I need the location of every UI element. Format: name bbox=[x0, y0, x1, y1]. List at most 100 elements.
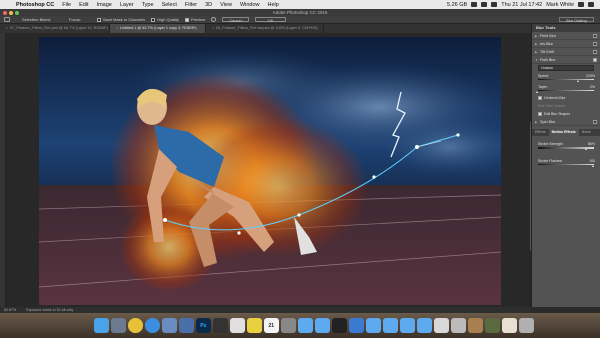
notification-center-icon[interactable] bbox=[588, 2, 594, 7]
app-icon[interactable] bbox=[162, 318, 177, 333]
workspace-switcher[interactable]: Blur Gallery bbox=[559, 16, 594, 23]
folder-icon[interactable] bbox=[383, 318, 398, 333]
stickies-icon[interactable] bbox=[247, 318, 262, 333]
strobe-strength-slider[interactable] bbox=[538, 147, 594, 151]
speed-slider-thumb[interactable] bbox=[576, 80, 579, 82]
strobe-flashes-row: Strobe Flashes: 100 bbox=[532, 157, 600, 163]
ok-button[interactable]: OK bbox=[254, 16, 287, 23]
spin-blur-checkbox[interactable] bbox=[593, 119, 597, 124]
app-icon[interactable] bbox=[281, 318, 296, 333]
field-blur-checkbox[interactable] bbox=[593, 33, 597, 38]
tilt-shift-checkbox[interactable] bbox=[593, 49, 597, 54]
menu-filter[interactable]: Filter bbox=[181, 2, 201, 8]
folder-icon[interactable] bbox=[315, 318, 330, 333]
preview-checkbox[interactable]: Preview bbox=[184, 17, 205, 22]
menu-app[interactable]: Photoshop CC bbox=[12, 2, 58, 8]
high-quality-checkbox[interactable]: High Quality bbox=[151, 17, 179, 22]
tab-document[interactable]: × 07_Feature_Filters_Fire.psd @ 66.7% (La… bbox=[0, 24, 110, 33]
folder-icon[interactable] bbox=[400, 318, 415, 333]
menu-image[interactable]: Image bbox=[93, 2, 116, 8]
window-title: Adobe Photoshop CC 2015 bbox=[272, 10, 328, 15]
launchpad-icon[interactable] bbox=[111, 318, 126, 333]
user-name[interactable]: Mark White bbox=[546, 2, 574, 8]
search-icon[interactable] bbox=[578, 2, 584, 7]
app-icon[interactable] bbox=[485, 318, 500, 333]
menu-select[interactable]: Select bbox=[158, 2, 181, 8]
preset-dropdown[interactable]: Custom bbox=[538, 65, 594, 71]
menu-view[interactable]: View bbox=[216, 2, 236, 8]
menu-help[interactable]: Help bbox=[264, 2, 283, 8]
iris-blur-checkbox[interactable] bbox=[593, 41, 597, 46]
window-titlebar: Adobe Photoshop CC 2015 bbox=[0, 9, 600, 16]
spin-blur-row[interactable]: ▶ Spin Blur bbox=[532, 118, 600, 127]
tab-label: 07_Feature_Filters_Fire.psd @ 66.7% (Lay… bbox=[10, 26, 108, 30]
reset-icon[interactable] bbox=[211, 17, 217, 22]
menu-window[interactable]: Window bbox=[236, 2, 264, 8]
menu-file[interactable]: File bbox=[58, 2, 75, 8]
tab-label: 05_Feature_Filters_Fire bw.psd @ 100% (L… bbox=[216, 26, 318, 30]
menu-layer[interactable]: Layer bbox=[116, 2, 138, 8]
app-icon[interactable] bbox=[349, 318, 364, 333]
close-tab-icon[interactable]: × bbox=[6, 24, 8, 33]
taper-slider-thumb[interactable] bbox=[536, 91, 539, 94]
menu-edit[interactable]: Edit bbox=[75, 2, 92, 8]
centered-blur-option[interactable]: Centered Blur bbox=[532, 94, 600, 102]
volume-icon[interactable] bbox=[481, 2, 488, 7]
trash-icon[interactable] bbox=[451, 318, 466, 333]
blur-tool-icon[interactable] bbox=[4, 17, 10, 22]
tab-document-active[interactable]: × Untitled-1 @ 62.7% (Layer 1 copy 3, RGB… bbox=[110, 24, 206, 33]
folder-icon[interactable] bbox=[417, 318, 432, 333]
tilt-shift-row[interactable]: ▶ Tilt-Shift bbox=[532, 48, 600, 56]
app-icon[interactable] bbox=[230, 318, 245, 333]
document-stack-icon[interactable] bbox=[434, 318, 449, 333]
menu-3d[interactable]: 3D bbox=[201, 2, 216, 8]
strobe-flashes-slider[interactable] bbox=[538, 163, 595, 167]
path-blur-checkbox[interactable] bbox=[593, 57, 597, 62]
safari-icon[interactable] bbox=[145, 318, 160, 333]
menu-type[interactable]: Type bbox=[138, 2, 158, 8]
zoom-window-icon[interactable] bbox=[15, 10, 19, 15]
app-icon[interactable] bbox=[213, 318, 228, 333]
centered-blur-checkbox[interactable] bbox=[538, 96, 542, 101]
speed-slider[interactable] bbox=[538, 79, 594, 82]
path-blur-row[interactable]: ▼ Path Blur bbox=[532, 56, 600, 64]
taper-slider[interactable] bbox=[536, 90, 594, 94]
tab-motion-effects[interactable]: Motion Effects bbox=[548, 129, 579, 137]
photoshop-icon[interactable]: Ps bbox=[196, 318, 211, 333]
tab-effects[interactable]: Effects bbox=[532, 129, 549, 136]
clock[interactable]: Thu 21 Jul 17:42 bbox=[501, 2, 542, 8]
app-icon[interactable] bbox=[179, 318, 194, 333]
document-canvas[interactable] bbox=[39, 37, 501, 305]
app-icon[interactable] bbox=[519, 318, 534, 333]
iris-blur-row[interactable]: ▶ Iris Blur bbox=[532, 40, 600, 48]
zoom-level[interactable]: 62.67% bbox=[4, 308, 16, 312]
battery-icon[interactable] bbox=[491, 2, 498, 7]
options-bar: Selection Bleed: Focus: Save Mask to Cha… bbox=[0, 16, 600, 24]
menubar: Photoshop CC File Edit Image Layer Type … bbox=[0, 0, 600, 9]
close-tab-icon[interactable]: × bbox=[212, 24, 214, 33]
minimize-window-icon[interactable] bbox=[9, 10, 13, 15]
cancel-button[interactable]: Cancel bbox=[222, 16, 249, 23]
save-mask-checkbox[interactable]: Save Mask to Channels bbox=[96, 17, 145, 22]
wifi-icon[interactable] bbox=[471, 2, 478, 7]
folder-icon[interactable] bbox=[298, 318, 313, 333]
folder-icon[interactable] bbox=[366, 318, 381, 333]
strobe-strength-slider-thumb[interactable] bbox=[584, 148, 587, 151]
app-icon[interactable] bbox=[502, 318, 517, 333]
blur-preview-image[interactable] bbox=[39, 37, 501, 305]
close-window-icon[interactable] bbox=[3, 10, 7, 15]
terminal-icon[interactable] bbox=[332, 318, 347, 333]
calendar-icon[interactable]: 21 bbox=[264, 318, 279, 333]
close-tab-icon[interactable]: × bbox=[116, 24, 118, 33]
tab-document[interactable]: × 05_Feature_Filters_Fire bw.psd @ 100% (… bbox=[206, 24, 324, 33]
edit-blur-shapes-option[interactable]: Edit Blur Shapes bbox=[532, 110, 600, 118]
document-info[interactable]: Exposure works in 32-bit only bbox=[26, 308, 73, 312]
app-icon[interactable] bbox=[468, 318, 483, 333]
finder-icon[interactable] bbox=[94, 318, 109, 333]
taper-row: Taper: 0% bbox=[532, 83, 600, 89]
chrome-icon[interactable] bbox=[128, 318, 143, 333]
strobe-flashes-slider-thumb[interactable] bbox=[592, 164, 595, 167]
field-blur-row[interactable]: ▶ Field Blur bbox=[532, 32, 600, 40]
edit-blur-shapes-checkbox[interactable] bbox=[538, 112, 542, 117]
tab-noise[interactable]: Noise bbox=[579, 129, 594, 136]
